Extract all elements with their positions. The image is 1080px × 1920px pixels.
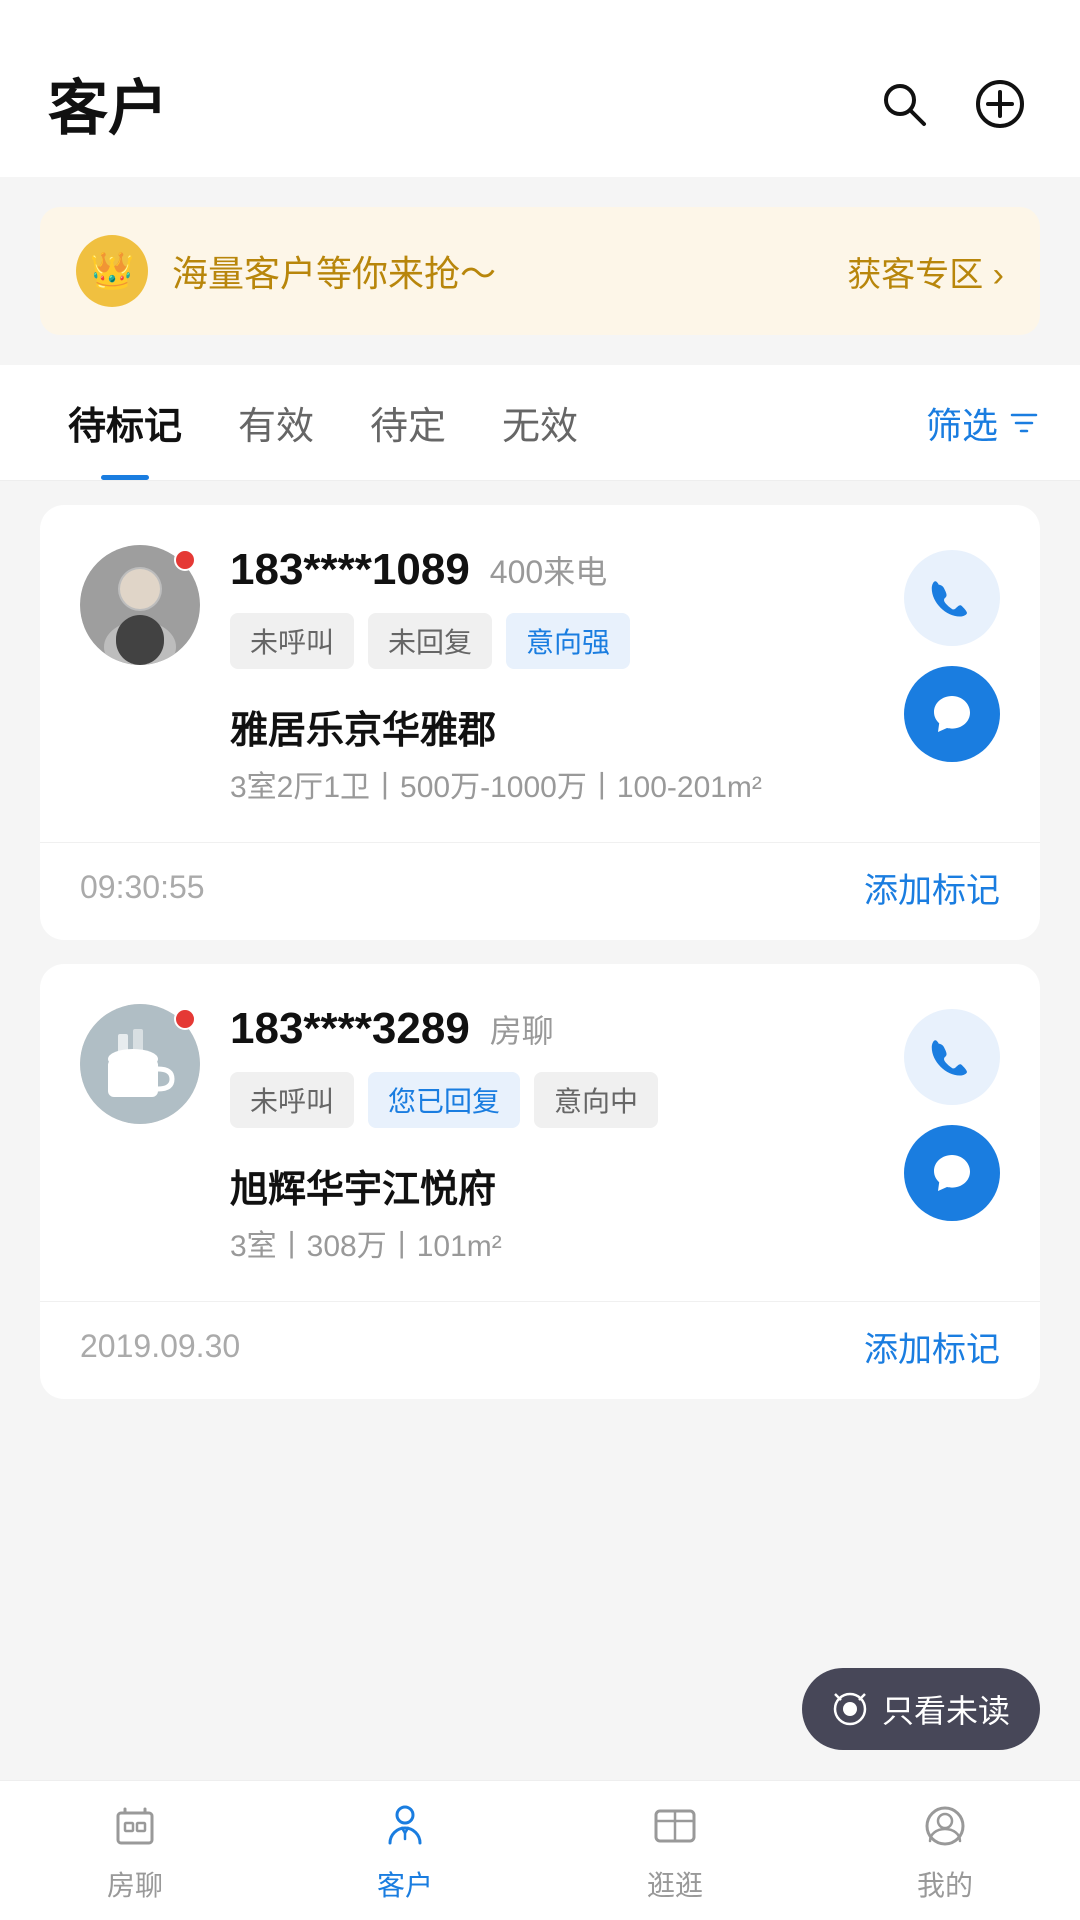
customer-list: 183****1089 400来电 未呼叫 未回复 意向强 雅居乐京华雅郡 3室… xyxy=(0,481,1080,1423)
tab-bar: 待标记 有效 待定 无效 筛选 xyxy=(0,365,1080,481)
tags-row-2: 未呼叫 您已回复 意向中 xyxy=(230,1072,874,1128)
nav-zouzou[interactable]: 逛逛 xyxy=(540,1788,810,1914)
notification-dot-1 xyxy=(174,549,196,571)
card-top-row-2: 183****3289 房聊 xyxy=(230,1004,874,1054)
kehu-icon xyxy=(377,1798,433,1854)
search-button[interactable] xyxy=(872,72,936,136)
mine-icon xyxy=(917,1798,973,1854)
tag-no-reply-1: 未回复 xyxy=(368,613,492,669)
nav-kehu[interactable]: 客户 xyxy=(270,1788,540,1914)
property-detail-1: 3室2厅1卫丨500万-1000万丨100-201m² xyxy=(230,764,874,812)
card-actions-1 xyxy=(904,545,1000,812)
add-tag-button-2[interactable]: 添加标记 xyxy=(864,1322,1000,1371)
customer-source-1: 400来电 xyxy=(490,547,607,593)
property-detail-2: 3室丨308万丨101m² xyxy=(230,1223,874,1271)
card-info-2: 183****3289 房聊 未呼叫 您已回复 意向中 旭辉华宇江悦府 3室丨3… xyxy=(230,1004,874,1271)
tag-no-call-1: 未呼叫 xyxy=(230,613,354,669)
call-button-1[interactable] xyxy=(904,550,1000,646)
card-info-1: 183****1089 400来电 未呼叫 未回复 意向强 雅居乐京华雅郡 3室… xyxy=(230,545,874,812)
tag-replied-2: 您已回复 xyxy=(368,1072,520,1128)
tab-invalid[interactable]: 无效 xyxy=(474,365,606,480)
banner-text: 海量客户等你来抢～ xyxy=(172,245,496,297)
avatar-wrapper-1 xyxy=(80,545,200,812)
customer-card-2: 183****3289 房聊 未呼叫 您已回复 意向中 旭辉华宇江悦府 3室丨3… xyxy=(40,964,1040,1399)
banner-left: 👑 海量客户等你来抢～ xyxy=(76,235,496,307)
crown-icon: 👑 xyxy=(76,235,148,307)
property-name-1: 雅居乐京华雅郡 xyxy=(230,699,874,754)
tag-intent-mid-2: 意向中 xyxy=(534,1072,658,1128)
nav-zouzou-label: 逛逛 xyxy=(647,1864,703,1904)
banner-link[interactable]: 获客专区 › xyxy=(847,247,1004,296)
card-main-2: 183****3289 房聊 未呼叫 您已回复 意向中 旭辉华宇江悦府 3室丨3… xyxy=(40,964,1040,1301)
property-name-2: 旭辉华宇江悦府 xyxy=(230,1158,874,1213)
customer-card: 183****1089 400来电 未呼叫 未回复 意向强 雅居乐京华雅郡 3室… xyxy=(40,505,1040,940)
card-top-row-1: 183****1089 400来电 xyxy=(230,545,874,595)
unread-label: 只看未读 xyxy=(882,1686,1010,1732)
nav-mine-label: 我的 xyxy=(917,1864,973,1904)
message-button-2[interactable] xyxy=(904,1125,1000,1221)
nav-fangju-label: 房聊 xyxy=(107,1864,163,1904)
card-footer-1: 09:30:55 添加标记 xyxy=(40,842,1040,940)
card-actions-2 xyxy=(904,1004,1000,1271)
add-tag-button-1[interactable]: 添加标记 xyxy=(864,863,1000,912)
tag-strong-intent-1: 意向强 xyxy=(506,613,630,669)
card-main-1: 183****1089 400来电 未呼叫 未回复 意向强 雅居乐京华雅郡 3室… xyxy=(40,505,1040,842)
promo-banner[interactable]: 👑 海量客户等你来抢～ 获客专区 › xyxy=(40,207,1040,335)
call-button-2[interactable] xyxy=(904,1009,1000,1105)
zouzou-icon xyxy=(647,1798,703,1854)
card-footer-2: 2019.09.30 添加标记 xyxy=(40,1301,1040,1399)
customer-phone-2: 183****3289 xyxy=(230,1004,470,1054)
filter-button[interactable]: 筛选 xyxy=(926,397,1040,449)
customer-phone-1: 183****1089 xyxy=(230,545,470,595)
bottom-navigation: 房聊 客户 逛逛 xyxy=(0,1780,1080,1920)
page-title: 客户 xyxy=(48,60,168,147)
nav-fangju[interactable]: 房聊 xyxy=(0,1788,270,1914)
tags-row-1: 未呼叫 未回复 意向强 xyxy=(230,613,874,669)
avatar-wrapper-2 xyxy=(80,1004,200,1271)
nav-mine[interactable]: 我的 xyxy=(810,1788,1080,1914)
tab-pending[interactable]: 待标记 xyxy=(40,365,210,480)
add-button[interactable] xyxy=(968,72,1032,136)
message-button-1[interactable] xyxy=(904,666,1000,762)
card-time-2: 2019.09.30 xyxy=(80,1328,240,1365)
customer-source-2: 房聊 xyxy=(490,1006,554,1052)
nav-kehu-label: 客户 xyxy=(377,1864,433,1904)
card-time-1: 09:30:55 xyxy=(80,869,205,906)
tab-valid[interactable]: 有效 xyxy=(210,365,342,480)
tab-tentative[interactable]: 待定 xyxy=(342,365,474,480)
header-actions xyxy=(872,72,1032,136)
fangju-icon xyxy=(107,1798,163,1854)
notification-dot-2 xyxy=(174,1008,196,1030)
header: 客户 xyxy=(0,0,1080,177)
unread-filter-button[interactable]: 只看未读 xyxy=(802,1668,1040,1750)
tag-no-call-2: 未呼叫 xyxy=(230,1072,354,1128)
